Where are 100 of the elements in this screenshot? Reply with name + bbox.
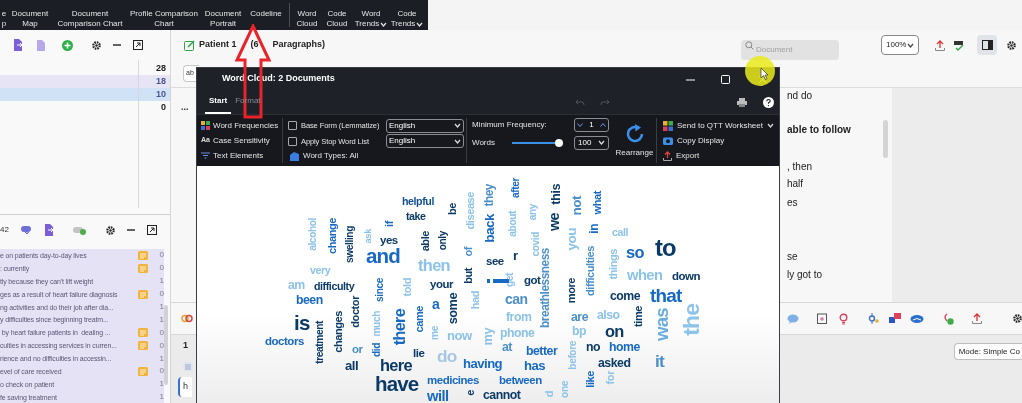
cloud-word: change [327, 218, 339, 255]
cloud-word: did [372, 343, 383, 358]
code-row[interactable]: 18 [0, 75, 170, 88]
cloud-word: but [463, 268, 475, 284]
cloud-word: also [597, 309, 620, 322]
cloud-word: after [511, 178, 522, 199]
language-select[interactable]: English [386, 118, 464, 133]
cloud-word: one [560, 381, 571, 398]
document-text: , then [787, 161, 814, 173]
cloud-word: was [653, 308, 672, 342]
frequency-spinner[interactable]: 1 [574, 117, 609, 132]
cloud-word: is [294, 313, 310, 334]
cloud-word: time [633, 306, 645, 327]
document-title: Patient 1 [199, 38, 237, 52]
cloud-word: so [626, 244, 644, 261]
cloud-word: able [420, 231, 432, 252]
cloud-word: doctors [265, 336, 304, 348]
document-text: half [787, 178, 805, 190]
paragraph-count: Paragraphs) [272, 38, 326, 52]
ribbon-button[interactable]: Word Cloud [293, 0, 321, 30]
cloud-word: call [612, 227, 629, 238]
ribbon-button[interactable]: Document Comparison Chart [52, 0, 128, 30]
cloud-word: can [505, 293, 528, 307]
cloud-word: and [366, 246, 400, 267]
code-count: 10 [156, 90, 166, 99]
cloud-word: that [650, 287, 682, 306]
segment-count: 0 [158, 288, 164, 301]
cloud-word: having [463, 357, 503, 371]
cloud-word: better [526, 345, 558, 358]
ribbon-button[interactable]: Code Cloud [321, 0, 353, 30]
spinner-value: 1 [589, 118, 594, 131]
cloud-word: or [352, 344, 363, 356]
cloud-word: come [610, 290, 641, 303]
document-text: ly got to [787, 269, 824, 281]
cloud-word: since [375, 278, 386, 302]
cloud-word: phone [500, 327, 535, 340]
ribbon-option[interactable]: Text Elements [201, 149, 282, 162]
code-row[interactable]: 28 [0, 62, 170, 75]
code-row[interactable]: 10 [0, 88, 170, 101]
cloud-word: e [465, 390, 477, 396]
button-label: Rearrange [615, 146, 654, 159]
cloud-word: when [627, 268, 663, 283]
word-count-select[interactable]: 100 [574, 135, 609, 150]
cloud-word: about [508, 211, 519, 237]
cloud-word: got [524, 275, 541, 286]
cloud-word: lie [413, 348, 425, 360]
cloud-word: for [605, 371, 617, 385]
ribbon-button[interactable]: Document Portrait [200, 0, 246, 30]
cloud-word: told [402, 278, 414, 297]
rearrange-button[interactable]: Rearrange [613, 118, 657, 163]
cloud-word: between [499, 375, 542, 387]
code-row[interactable]: 0 [0, 101, 170, 114]
word-types-button[interactable]: Word Types: All [303, 150, 359, 163]
cloud-word: your [430, 279, 454, 291]
cloud-word: on [605, 323, 624, 340]
cloud-word: am [288, 279, 305, 292]
zoom-select[interactable]: 100% [881, 35, 919, 55]
cloud-word: bp [572, 325, 587, 338]
field-value: h [183, 380, 188, 394]
language-select[interactable]: English [386, 134, 464, 149]
ribbon-action[interactable]: Send to QTT Worksheet [663, 119, 774, 132]
segment-count: 1 [158, 275, 164, 288]
cloud-word: at [502, 341, 512, 354]
cloud-word: yes [380, 235, 398, 247]
cloud-word: came [414, 306, 426, 333]
cloud-word: medicines [427, 375, 479, 387]
ribbon-option[interactable]: Word Frequencies [201, 119, 282, 132]
ribbon-action[interactable]: Export [663, 149, 774, 162]
cloud-word: back [483, 214, 497, 243]
more-button[interactable]: ... [181, 102, 189, 112]
cloud-word: has [524, 359, 545, 373]
cloud-word: are [571, 311, 588, 324]
tooltip: Mode: Simple Co [953, 343, 1022, 360]
ribbon-button[interactable]: Word Trends [353, 0, 389, 30]
ribbon-button[interactable]: Code Trends [389, 0, 425, 30]
cloud-word: from [506, 311, 532, 324]
cloud-word: things [608, 249, 620, 280]
cloud-word: doctor [350, 296, 362, 328]
ribbon-button[interactable]: Codeline [246, 0, 286, 30]
document-text: es [787, 197, 799, 209]
cloud-word: the [680, 304, 703, 336]
cloud-word: difficulty [314, 281, 355, 292]
ribbon-action[interactable]: Copy Display [663, 134, 774, 147]
cloud-word: of [463, 247, 475, 257]
cloud-word: be [447, 203, 459, 215]
cloud-word: me [430, 326, 441, 340]
ribbon-button[interactable]: Profile Comparison Chart [128, 0, 200, 30]
code-count: 18 [156, 77, 166, 86]
cloud-word: had [470, 291, 482, 310]
cloud-word: a [432, 298, 440, 312]
cloud-word: ask [364, 229, 374, 244]
text-field[interactable]: h [178, 377, 192, 397]
cloud-word: to [655, 236, 676, 260]
cloud-word: no [586, 341, 601, 354]
document-text: able to follow [787, 124, 851, 136]
field-label: Words [472, 136, 496, 149]
ribbon-button[interactable]: e p [0, 0, 8, 30]
ribbon-button[interactable]: Document Map [8, 0, 52, 30]
cloud-word: then [418, 257, 450, 274]
cloud-word: cannot [483, 389, 521, 402]
